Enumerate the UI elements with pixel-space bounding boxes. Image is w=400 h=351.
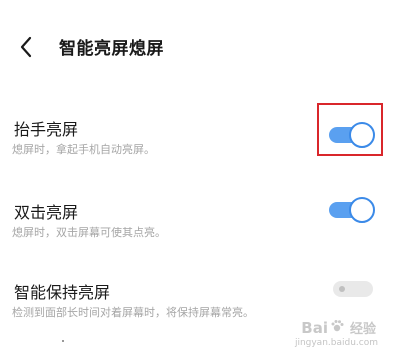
setting-description: 熄屏时，双击屏幕可使其点亮。 [12, 226, 166, 239]
smart-stay-awake-toggle[interactable] [333, 281, 373, 297]
double-tap-wake-toggle[interactable] [329, 197, 375, 223]
raise-to-wake-toggle[interactable] [329, 122, 375, 148]
chevron-left-icon [19, 36, 33, 58]
setting-row-raise-to-wake: 抬手亮屏 熄屏时，拿起手机自动亮屏。 [0, 100, 400, 170]
toggle-knob [349, 122, 375, 148]
setting-description: 熄屏时，拿起手机自动亮屏。 [12, 143, 155, 156]
back-button[interactable] [14, 33, 38, 61]
setting-row-smart-stay-awake: 智能保持亮屏 检测到面部长时间对着屏幕时，将保持屏幕常亮。 [0, 263, 400, 333]
setting-title: 双击亮屏 [14, 203, 79, 222]
toggle-knob [349, 197, 375, 223]
setting-title: 智能保持亮屏 [14, 283, 111, 302]
header: 智能亮屏熄屏 [0, 0, 400, 96]
artifact-dot [62, 340, 64, 342]
page-title: 智能亮屏熄屏 [59, 39, 164, 59]
watermark-url: jingyan.baidu.com [294, 338, 378, 348]
setting-description: 检测到面部长时间对着屏幕时，将保持屏幕常亮。 [12, 306, 254, 319]
setting-title: 抬手亮屏 [14, 120, 79, 139]
setting-row-double-tap-wake: 双击亮屏 熄屏时，双击屏幕可使其点亮。 [0, 183, 400, 253]
toggle-knob [339, 286, 345, 292]
